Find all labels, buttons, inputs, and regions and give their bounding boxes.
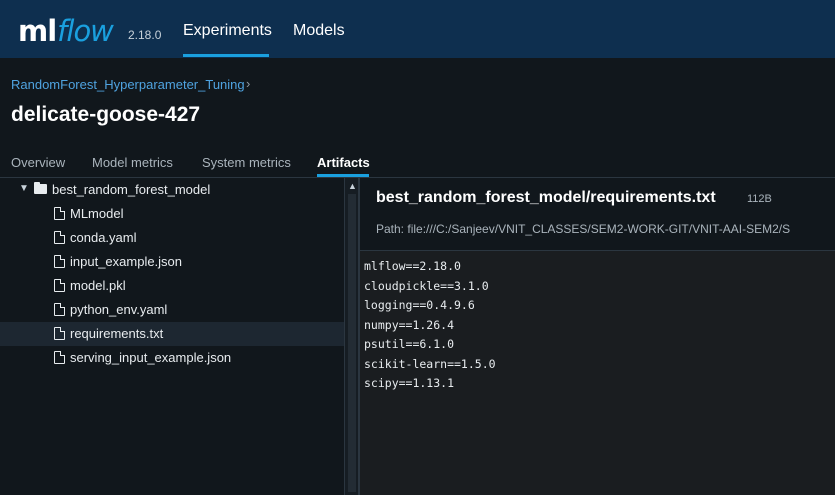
file-icon — [54, 327, 65, 340]
artifact-title: best_random_forest_model/requirements.tx… — [376, 189, 716, 206]
tree-file-label: python_env.yaml — [70, 302, 168, 317]
tree-folder-label: best_random_forest_model — [52, 182, 211, 197]
caret-down-icon[interactable]: ▼ — [19, 183, 29, 194]
file-icon — [54, 255, 65, 268]
tree-scrollbar[interactable]: ▲ — [344, 178, 358, 495]
top-nav: ml flow 2.18.0 Experiments Models — [0, 0, 835, 58]
tree-file-label: requirements.txt — [70, 326, 164, 341]
tree-file-row[interactable]: python_env.yaml — [0, 298, 344, 322]
nav-experiments[interactable]: Experiments — [183, 22, 272, 40]
code-line: scikit-learn==1.5.0 — [364, 356, 496, 371]
tree-file-row[interactable]: MLmodel — [0, 202, 344, 226]
logo-ml-text: ml — [18, 14, 57, 48]
file-icon — [54, 279, 65, 292]
nav-active-indicator — [183, 54, 269, 57]
folder-icon — [34, 182, 47, 194]
tree-file-label: MLmodel — [70, 206, 124, 221]
artifact-size: 112B — [747, 193, 772, 205]
file-icon — [54, 303, 65, 316]
artifact-viewer: best_random_forest_model/requirements.tx… — [360, 178, 835, 495]
tab-model-metrics[interactable]: Model metrics — [92, 155, 173, 170]
code-line: logging==0.4.9.6 — [364, 298, 475, 312]
breadcrumb-experiment-link[interactable]: RandomForest_Hyperparameter_Tuning — [11, 77, 245, 92]
code-line: psutil==6.1.0 — [364, 337, 455, 351]
tree-folder-row[interactable]: ▼ best_random_forest_model — [0, 178, 344, 202]
artifact-path: Path: file:///C:/Sanjeev/VNIT_CLASSES/SE… — [376, 222, 791, 236]
tree-file-label: input_example.json — [70, 254, 183, 269]
tree-file-row[interactable]: model.pkl — [0, 274, 344, 298]
file-icon — [54, 207, 65, 220]
mlflow-logo[interactable]: ml flow — [18, 12, 114, 48]
code-preview: mlflow==2.18.0 cloudpickle==3.1.0 loggin… — [360, 250, 835, 495]
tree-file-label: conda.yaml — [70, 230, 137, 245]
file-icon — [54, 231, 65, 244]
tree-file-row[interactable]: input_example.json — [0, 250, 344, 274]
nav-models[interactable]: Models — [293, 22, 345, 40]
tree-file-label: serving_input_example.json — [70, 350, 232, 365]
code-line: scipy==1.13.1 — [364, 376, 455, 390]
logo-flow-text: flow — [57, 14, 114, 48]
tree-file-label: model.pkl — [70, 278, 126, 293]
code-line: mlflow==2.18.0 — [364, 259, 461, 273]
version-label: 2.18.0 — [128, 28, 162, 42]
code-line: numpy==1.26.4 — [364, 317, 455, 332]
tab-artifacts[interactable]: Artifacts — [317, 155, 370, 170]
artifact-tree: ▼ best_random_forest_model MLmodel conda… — [0, 178, 344, 495]
file-icon — [54, 351, 65, 364]
chevron-right-icon: › — [246, 76, 251, 91]
tree-file-row[interactable]: conda.yaml — [0, 226, 344, 250]
tab-system-metrics[interactable]: System metrics — [202, 155, 291, 170]
tree-file-row[interactable]: serving_input_example.json — [0, 346, 344, 370]
tab-overview[interactable]: Overview — [11, 155, 65, 170]
code-line: cloudpickle==3.1.0 — [364, 278, 489, 293]
scroll-up-icon[interactable]: ▲ — [348, 181, 357, 191]
scrollbar-thumb[interactable] — [348, 194, 356, 492]
page-title: delicate-goose-427 — [11, 103, 201, 126]
tree-file-row-selected[interactable]: requirements.txt — [0, 322, 344, 346]
